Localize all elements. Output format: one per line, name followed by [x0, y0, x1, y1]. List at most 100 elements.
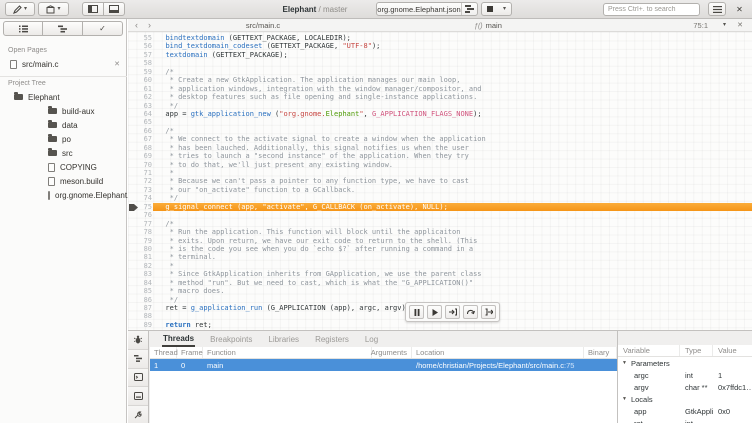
tab-log[interactable]: Log [364, 333, 379, 346]
run-options-button[interactable]: ▾ [498, 2, 512, 16]
close-page-button[interactable]: ✕ [114, 60, 120, 68]
code-line-64[interactable]: 64 app = gtk_application_new ("org.gnome… [128, 110, 752, 118]
code-editor[interactable]: 55 bindtextdomain (GETTEXT_PACKAGE, LOCA… [128, 32, 752, 330]
stop-button[interactable] [481, 2, 499, 16]
code-line-68[interactable]: 68 * has been lauched. Additionally, thi… [128, 144, 752, 152]
code-line-71[interactable]: 71 * [128, 169, 752, 177]
tab-build-checks[interactable]: ✓ [83, 21, 123, 36]
code-line-85[interactable]: 85 * macro does. [128, 287, 752, 295]
continue-button[interactable] [427, 305, 442, 319]
variable-row-argc[interactable]: argcint1 [618, 369, 752, 381]
stop-icon [487, 6, 493, 12]
tab-registers[interactable]: Registers [314, 333, 350, 346]
tree-item-po[interactable]: po [0, 132, 127, 146]
code-line-80[interactable]: 80 * is the code you see when you do `ec… [128, 245, 752, 253]
step-in-button[interactable] [445, 305, 460, 319]
group-label: Locals [631, 395, 653, 404]
menu-button[interactable] [708, 2, 726, 16]
toggle-bottom-panel-button[interactable] [103, 2, 125, 16]
variable-row-app[interactable]: appGtkAppli…0x0 [618, 405, 752, 417]
code-line-76[interactable]: 76 [128, 211, 752, 219]
code-line-77[interactable]: 77 /* [128, 220, 752, 228]
tab-breakpoints[interactable]: Breakpoints [209, 333, 253, 346]
code-line-61[interactable]: 61 * application windows, integration wi… [128, 85, 752, 93]
code-line-72[interactable]: 72 * Because we can't pass a pointer to … [128, 177, 752, 185]
tree-item-org-gnome-elephant-json[interactable]: org.gnome.Elephant.json [0, 188, 127, 202]
thread-row[interactable]: 10main/home/christian/Projects/Elephant/… [150, 359, 617, 371]
code-line-text: * terminal. [153, 253, 752, 261]
tab-project-tree[interactable] [43, 21, 83, 36]
omnibar[interactable]: org.gnome.Elephant.json [376, 2, 478, 16]
code-line-58[interactable]: 58 [128, 59, 752, 67]
nav-forward-button[interactable]: › [148, 19, 151, 31]
window-close-button[interactable]: ✕ [732, 2, 747, 16]
tree-item-meson-build[interactable]: meson.build [0, 174, 127, 188]
code-line-83[interactable]: 83 * Since GtkApplication inherits from … [128, 270, 752, 278]
code-line-60[interactable]: 60 * Create a new GtkApplication. The ap… [128, 76, 752, 84]
step-out-icon [485, 308, 493, 316]
code-line-69[interactable]: 69 * tries to launch a "second instance"… [128, 152, 752, 160]
document-options-button[interactable]: ▾ [723, 22, 726, 28]
terminal-panel-button[interactable] [128, 369, 148, 388]
code-line-56[interactable]: 56 bind_textdomain_codeset (GETTEXT_PACK… [128, 42, 752, 50]
global-search-input[interactable] [603, 3, 700, 16]
code-line-82[interactable]: 82 * [128, 262, 752, 270]
variable-group[interactable]: ▼ Locals [618, 395, 752, 404]
variable-row-ret[interactable]: retint [618, 417, 752, 423]
line-number: 56 [128, 42, 152, 50]
folder-icon [48, 122, 57, 128]
code-line-81[interactable]: 81 * terminal. [128, 253, 752, 261]
variable-row-locals[interactable]: ▼ Locals [618, 393, 752, 405]
variable-group[interactable]: ▼Parameters [618, 359, 752, 368]
tree-item-label: meson.build [60, 177, 103, 186]
location-path: /home/christian/Projects/Elephant/src/ma… [416, 361, 564, 370]
code-line-66[interactable]: 66 /* [128, 127, 752, 135]
build-output-panel-button[interactable] [128, 350, 148, 369]
close-document-button[interactable]: ✕ [737, 21, 743, 29]
surface-select-button[interactable]: ▾ [5, 2, 35, 16]
code-line-70[interactable]: 70 * to do that, we'll just present any … [128, 161, 752, 169]
code-line-74[interactable]: 74 */ [128, 194, 752, 202]
step-over-button[interactable] [463, 305, 478, 319]
code-line-62[interactable]: 62 * desktop features such as file openi… [128, 93, 752, 101]
expander-down-icon[interactable]: ▼ [622, 360, 627, 366]
code-line-73[interactable]: 73 * our "on_activate" function to a GCa… [128, 186, 752, 194]
tree-item-elephant[interactable]: Elephant [0, 90, 127, 104]
tree-item-data[interactable]: data [0, 118, 127, 132]
runtime-terminal-panel-button[interactable] [128, 387, 148, 406]
line-number: 76 [128, 211, 152, 219]
code-line-89[interactable]: 89 return ret; [128, 321, 752, 329]
tab-open-pages[interactable] [3, 21, 43, 36]
code-line-78[interactable]: 78 * Run the application. This function … [128, 228, 752, 236]
profiler-panel-button[interactable] [128, 406, 148, 423]
tab-libraries[interactable]: Libraries [267, 333, 300, 346]
nav-back-button[interactable]: ‹ [135, 19, 138, 31]
debugger-panel-button[interactable] [128, 331, 148, 350]
code-line-65[interactable]: 65 [128, 118, 752, 126]
code-line-75[interactable]: 75 g_signal_connect (app, "activate", G_… [128, 203, 752, 211]
tab-threads[interactable]: Threads [162, 332, 195, 347]
window-title: Elephant / master [255, 5, 375, 14]
open-page-item[interactable]: src/main.c✕ [0, 57, 127, 71]
code-line-55[interactable]: 55 bindtextdomain (GETTEXT_PACKAGE, LOCA… [128, 34, 752, 42]
toggle-left-panel-button[interactable] [82, 2, 104, 16]
code-line-57[interactable]: 57 textdomain (GETTEXT_PACKAGE); [128, 51, 752, 59]
tree-item-copying[interactable]: COPYING [0, 160, 127, 174]
code-line-67[interactable]: 67 * We connect to the activate signal t… [128, 135, 752, 143]
code-line-84[interactable]: 84 * method "run". But we need to cast, … [128, 279, 752, 287]
variable-row-parameters[interactable]: ▼Parameters [618, 357, 752, 369]
code-line-63[interactable]: 63 */ [128, 102, 752, 110]
build-button[interactable] [461, 3, 477, 15]
code-line-text: */ [153, 102, 752, 110]
code-line-59[interactable]: 59 /* [128, 68, 752, 76]
tree-item-src[interactable]: src [0, 146, 127, 160]
step-out-button[interactable] [481, 305, 496, 319]
variable-row-argv[interactable]: argvchar **0x7ffdc1… [618, 381, 752, 393]
document-title[interactable]: src/main.c [183, 21, 343, 30]
expander-down-icon[interactable]: ▼ [622, 396, 627, 402]
pause-button[interactable] [409, 305, 424, 319]
symbol-path-button[interactable]: ƒ()main [448, 21, 528, 30]
build-configuration-button[interactable]: ▾ [38, 2, 69, 16]
tree-item-build-aux[interactable]: build-aux [0, 104, 127, 118]
code-line-79[interactable]: 79 * exits. Upon return, we have our exi… [128, 237, 752, 245]
